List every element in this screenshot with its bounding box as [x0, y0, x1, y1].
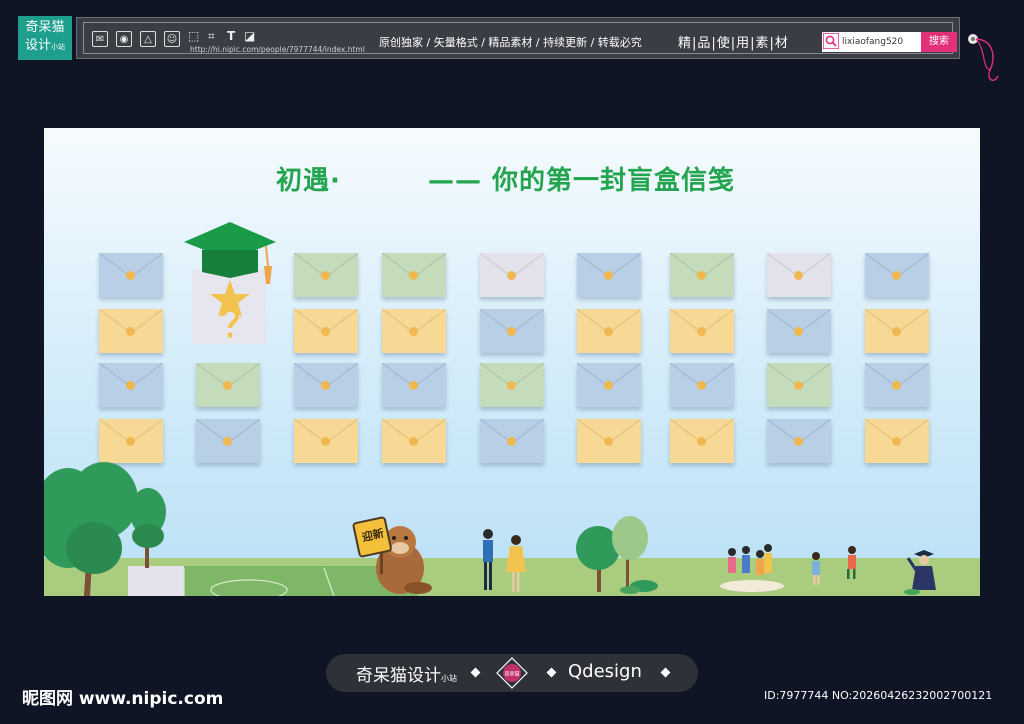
footer-qdesign: Qdesign	[568, 661, 642, 682]
toolbar-frame: ✉ ◉ △ ☺ ⬚ ⌗ T ◪ http://hi.nipic.com/peop…	[83, 22, 957, 54]
campus-scene	[44, 462, 936, 596]
image-id-label: ID:7977744 NO:20260426232002700121	[764, 689, 993, 702]
search-icon[interactable]	[823, 33, 839, 49]
diamond-dot-icon	[546, 667, 557, 678]
couple-figures-icon	[483, 529, 526, 592]
poster-canvas: 初遇· —— 你的第一封盲盒信笺 迎新	[44, 128, 980, 596]
tree-middle-icon	[576, 516, 658, 592]
toolbar-slogan: 原创独家 / 矢量格式 / 精品素材 / 持续更新 / 转载必究	[379, 36, 642, 49]
hang-tag-icon	[968, 34, 999, 81]
search-box: 搜索	[822, 32, 957, 52]
logo-line2: 设计	[24, 38, 51, 53]
tree-left-large-icon	[44, 462, 138, 596]
logo-small: 小站	[51, 43, 65, 51]
footer-brand[interactable]: 奇呆猫设计小站	[356, 661, 457, 686]
stamp-icon[interactable]: ◪	[244, 29, 255, 43]
emblem-text: 奇呆猫	[504, 671, 519, 678]
diamond-dot-icon	[470, 667, 481, 678]
search-input[interactable]	[842, 34, 920, 50]
robot-icon[interactable]: ☺	[164, 31, 180, 47]
flask-icon[interactable]: △	[140, 31, 156, 47]
footer-pill: 奇呆猫设计小站 奇呆猫 Qdesign	[326, 654, 698, 692]
toolbar-chars: 精|品|使|用|素|材	[678, 36, 789, 51]
top-toolbar: ✉ ◉ △ ☺ ⬚ ⌗ T ◪ http://hi.nipic.com/peop…	[76, 17, 960, 59]
site-logo[interactable]: 奇呆猫 设计小站	[18, 16, 72, 60]
footer-brand-small: 小站	[441, 674, 457, 683]
student-group-icon	[720, 544, 856, 592]
toolbar-url[interactable]: http://hi.nipic.com/people/7977744/index…	[190, 45, 365, 54]
tree-left-small-icon	[130, 488, 166, 568]
footer-brand-text: 奇呆猫设计	[356, 666, 441, 686]
text-tool-icon[interactable]: T	[227, 29, 235, 43]
nipic-watermark: 昵图网 www.nipic.com	[22, 689, 224, 709]
gift-icon[interactable]: ✉	[92, 31, 108, 47]
crop-icon[interactable]: ⌗	[208, 29, 215, 44]
graduate-figure-icon	[906, 550, 936, 590]
diamond-dot-icon	[660, 667, 671, 678]
camera-icon[interactable]: ◉	[116, 31, 132, 47]
emblem-icon: 奇呆猫	[496, 657, 528, 689]
logo-line1: 奇呆猫	[25, 20, 65, 35]
field-lines	[183, 567, 335, 596]
search-button[interactable]: 搜索	[921, 32, 957, 52]
marquee-icon[interactable]: ⬚	[188, 29, 199, 43]
